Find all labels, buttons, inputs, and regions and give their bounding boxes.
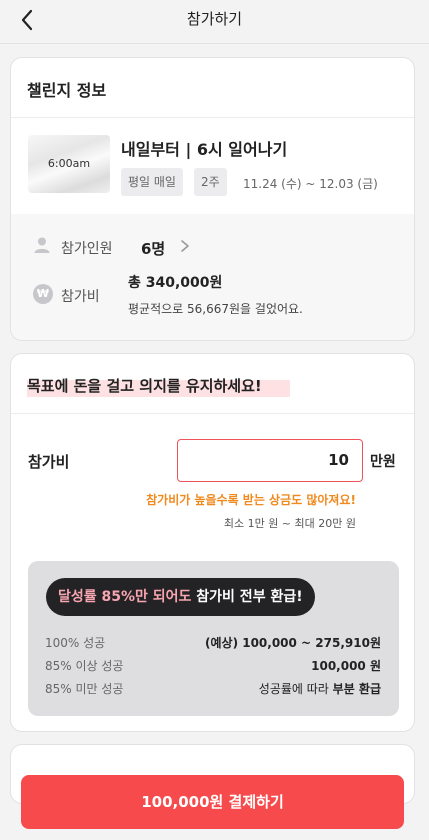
divider	[11, 117, 414, 118]
stake-warning-text: 참가비가 높을수록 받는 상금도 많아져요!	[146, 493, 356, 507]
motto-title: 목표에 돈을 걸고 의지를 유지하세요!	[27, 377, 262, 395]
refund-row-label: 100% 성공	[45, 636, 106, 650]
refund-info-box: 달성률 85%만 되어도 참가비 전부 환급! 100% 성공 (예상) 100…	[28, 561, 399, 716]
stake-card: 목표에 돈을 걸고 의지를 유지하세요! 참가비 10 만원 참가비가 높을수록…	[10, 353, 415, 732]
refund-row-label: 85% 미만 성공	[45, 682, 124, 696]
chevron-right-icon[interactable]	[178, 238, 192, 254]
stake-fee-label: 참가비	[28, 453, 70, 471]
challenge-dates: 11.24 (수) ~ 12.03 (금)	[243, 177, 378, 191]
tag-duration: 2주	[194, 168, 227, 196]
tag-frequency: 평일 매일	[121, 168, 183, 196]
stake-range-text: 최소 1만 원 ~ 최대 20만 원	[223, 517, 356, 530]
refund-banner-highlight: 달성률 85%만 되어도	[58, 589, 192, 605]
section-title: 챌린지 정보	[27, 81, 107, 100]
refund-row-value-prefix: 성공률에 따라	[258, 682, 333, 696]
refund-row-value: (예상) 100,000 ~ 275,910원	[205, 636, 381, 650]
refund-banner-rest: 참가비 전부 환급!	[191, 589, 303, 605]
challenge-info-card: 챌린지 정보 6:00am 내일부터 | 6시 일어나기 평일 매일 2주 11…	[10, 57, 415, 341]
refund-row-label: 85% 이상 성공	[45, 659, 124, 673]
refund-row-value-bold: 부분 환급	[332, 682, 381, 696]
participants-label: 참가인원	[61, 241, 113, 257]
stake-amount-input[interactable]: 10	[177, 439, 363, 482]
participants-count[interactable]: 6명	[141, 238, 165, 259]
pay-button[interactable]: 100,000원 결제하기	[21, 775, 404, 829]
fee-total: 총 340,000원	[128, 275, 223, 291]
top-app-bar: 참가하기	[0, 0, 429, 44]
refund-row-value: 성공률에 따라 부분 환급	[259, 680, 381, 697]
stake-amount-value[interactable]: 10	[328, 451, 349, 469]
thumbnail-text: 6:00am	[47, 157, 91, 170]
amount-unit: 만원	[370, 454, 396, 470]
won-coin-icon: ₩	[33, 284, 53, 304]
person-icon	[34, 237, 50, 253]
challenge-thumbnail: 6:00am	[28, 135, 110, 193]
refund-row-value: 100,000 원	[311, 659, 381, 673]
refund-banner: 달성률 85%만 되어도 참가비 전부 환급!	[46, 578, 315, 616]
divider	[11, 413, 414, 414]
challenge-name: 내일부터 | 6시 일어나기	[121, 140, 288, 159]
fee-average: 평균적으로 56,667원을 걸었어요.	[128, 302, 303, 316]
page-title: 참가하기	[186, 10, 243, 28]
fee-label: 참가비	[61, 289, 100, 305]
